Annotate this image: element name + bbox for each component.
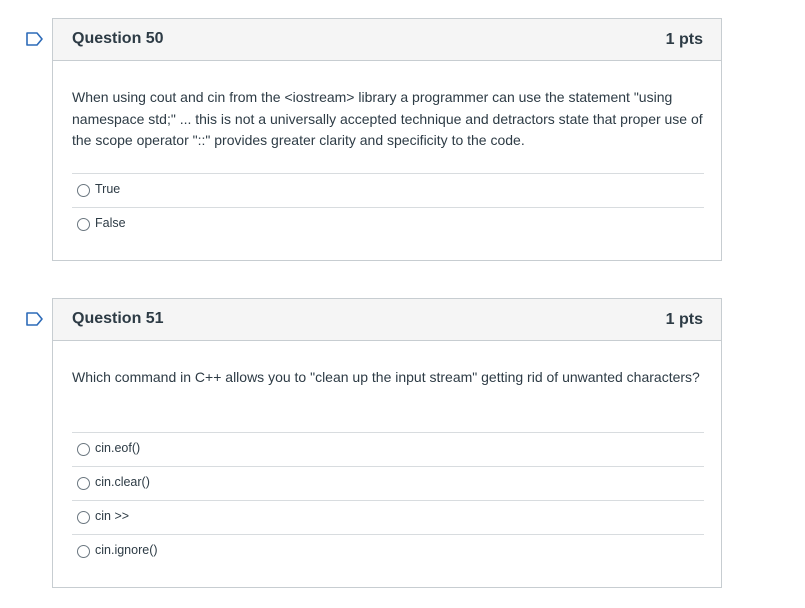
answer-option-cin-extract[interactable]: cin >> bbox=[72, 500, 704, 534]
radio-button-icon[interactable] bbox=[77, 477, 90, 490]
answer-option-false[interactable]: False bbox=[72, 207, 704, 241]
question-points: 1 pts bbox=[665, 31, 703, 48]
answer-option-cin-clear[interactable]: cin.clear() bbox=[72, 466, 704, 500]
answer-label[interactable]: cin.eof() bbox=[95, 441, 140, 455]
answer-label[interactable]: cin.clear() bbox=[95, 475, 150, 489]
answer-option-cin-ignore[interactable]: cin.ignore() bbox=[72, 534, 704, 568]
question-text: Which command in C++ allows you to "clea… bbox=[72, 369, 700, 385]
answer-option-true[interactable]: True bbox=[72, 173, 704, 207]
flag-question-icon[interactable] bbox=[26, 312, 44, 326]
question-points: 1 pts bbox=[665, 311, 703, 328]
answer-label[interactable]: cin.ignore() bbox=[95, 543, 158, 557]
question-text: When using cout and cin from the <iostre… bbox=[72, 89, 703, 148]
answer-list: cin.eof() cin.clear() cin >> cin.ignore(… bbox=[72, 432, 704, 568]
answer-label[interactable]: False bbox=[95, 216, 126, 230]
answer-label[interactable]: True bbox=[95, 182, 120, 196]
question-card-51: Question 51 1 pts Which command in C++ a… bbox=[26, 298, 722, 588]
flag-question-icon[interactable] bbox=[26, 32, 44, 46]
radio-button-icon[interactable] bbox=[77, 545, 90, 558]
question-header: Question 51 1 pts bbox=[53, 299, 721, 341]
question-title: Question 51 bbox=[72, 310, 164, 327]
question-title: Question 50 bbox=[72, 30, 164, 47]
answer-label[interactable]: cin >> bbox=[95, 509, 129, 523]
question-header: Question 50 1 pts bbox=[53, 19, 721, 61]
radio-button-icon[interactable] bbox=[77, 218, 90, 231]
radio-button-icon[interactable] bbox=[77, 511, 90, 524]
question-card-50: Question 50 1 pts When using cout and ci… bbox=[26, 18, 722, 261]
answer-list: True False bbox=[72, 173, 704, 241]
radio-button-icon[interactable] bbox=[77, 443, 90, 456]
answer-option-cin-eof[interactable]: cin.eof() bbox=[72, 432, 704, 466]
radio-button-icon[interactable] bbox=[77, 184, 90, 197]
